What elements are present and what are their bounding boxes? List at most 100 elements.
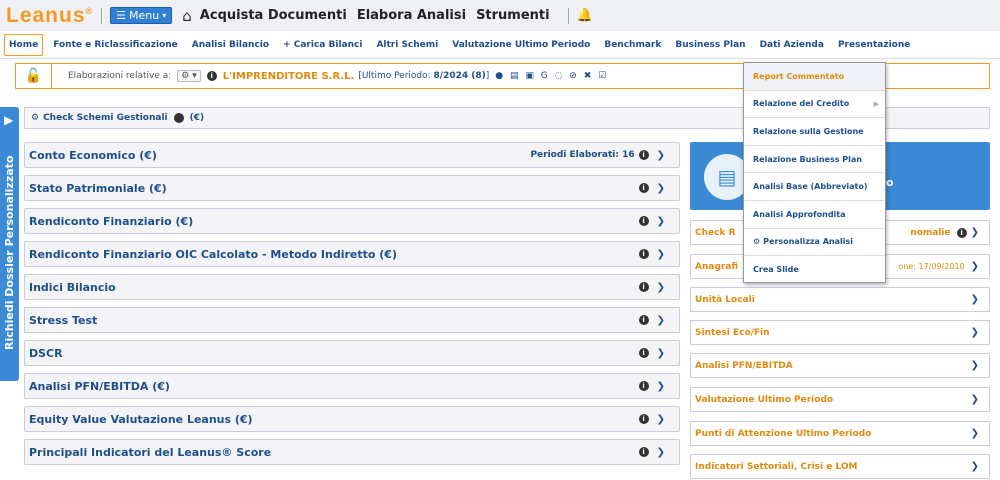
info-icon[interactable]: i [638,150,649,160]
panel-title: Stato Patrimoniale (€) [29,181,167,195]
nav-fonte-riclassificazione[interactable]: Fonte e Riclassificazione [53,40,178,50]
menu-item-relazione-business-plan[interactable]: Relazione Business Plan [744,146,885,174]
panel-title: Rendiconto Finanziario (€) [29,214,194,228]
panel-title: Stress Test [29,313,98,327]
periodi-elaborati: Periodi Elaborati: 16 [530,150,635,160]
nav-valutazione-ultimo-periodo[interactable]: Valutazione Ultimo Periodo [452,40,590,50]
menu-item-personalizza-analisi[interactable]: ⚙ Personalizza Analisi [744,229,885,257]
panel-title: Punti di Attenzione Ultimo Periodo [695,428,872,439]
company-name[interactable]: L'IMPRENDITORE S.R.L. [223,71,355,82]
info-icon[interactable]: i [206,71,217,81]
info-icon[interactable]: i [638,183,649,193]
gear-icon: ⚙ [31,113,40,123]
info-icon[interactable]: i [638,447,649,457]
chevron-down-icon[interactable]: ❯ [657,381,665,392]
info-icon[interactable]: i [638,249,649,259]
settings-dropdown[interactable]: ⚙ ▾ [177,70,201,82]
panel-valutazione-ultimo-periodo[interactable]: Valutazione Ultimo Periodo ❯ [690,387,990,412]
panel-rendiconto-oic[interactable]: Rendiconto Finanziario OIC Calcolato - M… [24,241,680,267]
panel-indici-bilancio[interactable]: Indici Bilancio i ❯ [24,274,680,300]
panel-leanus-score[interactable]: Principali Indicatori del Leanus® Score … [24,439,680,465]
top-bar: Leanus® ☰ Menu ▾ ⌂ Acquista Documenti Elab… [0,0,1000,31]
info-icon[interactable]: i [638,414,649,424]
home-icon[interactable]: ⌂ [182,7,192,25]
chevron-down-icon[interactable]: ❯ [657,414,665,425]
nav-business-plan[interactable]: Business Plan [675,40,745,50]
chevron-down-icon[interactable]: ❯ [657,183,665,194]
divider [567,7,569,24]
info-icon[interactable]: i [638,282,649,292]
bell-icon[interactable]: 🔔 [577,8,593,23]
chevron-down-icon[interactable]: ❯ [657,315,665,326]
info-icon[interactable]: i [638,348,649,358]
menu-item-analisi-approfondita[interactable]: Analisi Approfondita [744,201,885,229]
panel-rendiconto-finanziario[interactable]: Rendiconto Finanziario (€) i ❯ [24,208,680,234]
chevron-down-icon[interactable]: ❯ [657,216,665,227]
dossier-side-tab[interactable]: ▶ Richiedi Dossier Personalizzato [0,107,19,381]
nav-altri-schemi[interactable]: Altri Schemi [376,40,438,50]
nav-bar: Home Fonte e Riclassificazione Analisi B… [0,31,1000,59]
check-label: Check Schemi Gestionali [43,113,168,123]
panel-analisi-pfn-ebitda[interactable]: Analisi PFN/EBITDA (€) i ❯ [24,373,680,399]
chevron-down-icon[interactable]: ❯ [971,294,979,305]
chevron-down-icon[interactable]: ❯ [971,327,979,338]
panel-dscr[interactable]: DSCR i ❯ [24,340,680,366]
strumenti-link[interactable]: Strumenti [476,8,550,23]
chevron-down-icon[interactable]: ❯ [971,428,979,439]
chevron-down-icon[interactable]: ❯ [971,360,979,371]
panel-title: Sintesi Eco/Fin [695,327,770,338]
chevron-down-icon[interactable]: ❯ [657,282,665,293]
menu-item-relazione-gestione[interactable]: Relazione sulla Gestione [744,118,885,146]
chevron-down-icon[interactable]: ❯ [971,461,979,472]
acquista-documenti-link[interactable]: Acquista Documenti [200,8,347,23]
panel-date: one: 17/09/2010 [898,262,965,271]
submenu-arrow-icon: ▶ [873,99,879,108]
check-unit: (€) [189,113,205,123]
info-icon[interactable] [173,113,184,123]
caret-down-icon: ▾ [162,11,167,20]
panel-punti-attenzione[interactable]: Punti di Attenzione Ultimo Periodo ❯ [690,421,990,446]
panel-stress-test[interactable]: Stress Test i ❯ [24,307,680,333]
toolbar-icons[interactable]: ● ▤ ▣ G ◌ ⊘ ✖ ☑ [495,71,608,81]
panel-title: Principali Indicatori del Leanus® Score [29,445,272,459]
panel-analisi-pfn-ebitda-right[interactable]: Analisi PFN/EBITDA ❯ [690,353,990,378]
menu-item-report-commentato[interactable]: Report Commentato [744,63,885,91]
chevron-down-icon[interactable]: ❯ [971,394,979,405]
nav-benchmark[interactable]: Benchmark [604,40,661,50]
nav-presentazione[interactable]: Presentazione [838,40,910,50]
menu-item-analisi-base[interactable]: Analisi Base (Abbreviato) [744,173,885,201]
divider [101,7,103,24]
period-info: [Ultimo Periodo: 8/2024 (8)] [358,71,490,81]
panel-title: DSCR [29,346,63,360]
panel-title: Unità Locali [695,294,755,305]
panel-sintesi-eco-fin[interactable]: Sintesi Eco/Fin ❯ [690,320,990,345]
chevron-down-icon[interactable]: ❯ [657,249,665,260]
nav-home[interactable]: Home [4,33,44,56]
chevron-down-icon[interactable]: ❯ [971,261,979,272]
panel-stato-patrimoniale[interactable]: Stato Patrimoniale (€) i ❯ [24,175,680,201]
info-icon[interactable]: i [638,381,649,391]
panel-conto-economico[interactable]: Conto Economico (€) Periodi Elaborati: 1… [24,142,680,168]
chevron-down-icon[interactable]: ❯ [657,348,665,359]
chevron-down-icon[interactable]: ❯ [971,227,979,238]
chevron-down-icon[interactable]: ❯ [657,447,665,458]
elabora-analisi-link[interactable]: Elabora Analisi [357,8,466,23]
menu-item-crea-slide[interactable]: Crea Slide [744,256,885,284]
panel-title: Equity Value Valutazione Leanus (€) [29,412,253,426]
panel-equity-value[interactable]: Equity Value Valutazione Leanus (€) i ❯ [24,406,680,432]
nav-dati-azienda[interactable]: Dati Azienda [760,40,824,50]
info-icon[interactable]: i [956,227,967,238]
menu-item-relazione-credito[interactable]: Relazione del Credito ▶ [744,91,885,119]
unlock-icon[interactable]: 🔓 [16,64,52,88]
menu-button[interactable]: ☰ Menu ▾ [110,7,173,24]
info-icon[interactable]: i [638,216,649,226]
info-icon[interactable]: i [638,315,649,325]
leanus-logo[interactable]: Leanus® [6,4,93,28]
hamburger-icon: ☰ [116,9,127,22]
nav-analisi-bilancio[interactable]: Analisi Bilancio [192,40,269,50]
nav-carica-bilanci[interactable]: + Carica Bilanci [283,40,362,50]
panel-indicatori-settoriali[interactable]: Indicatori Settoriali, Crisi e LOM ❯ [690,454,990,479]
panel-unita-locali[interactable]: Unità Locali ❯ [690,287,990,312]
chevron-down-icon[interactable]: ❯ [657,150,665,161]
panel-title-tail: nomalie [910,227,951,238]
